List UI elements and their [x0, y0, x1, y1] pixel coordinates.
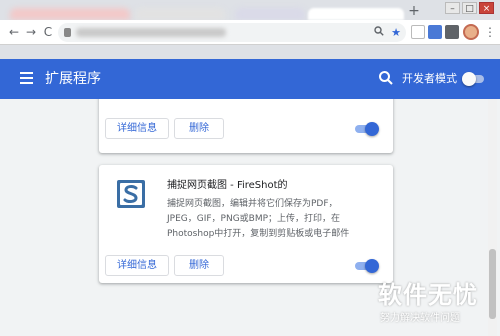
description-line: 捕捉网页截图，编辑并将它们保存为PDF， — [167, 199, 338, 209]
extension-icon[interactable] — [411, 25, 425, 39]
new-tab-button[interactable]: + — [407, 4, 421, 18]
browser-menu-button[interactable]: ⋮ — [484, 24, 496, 40]
extension-name: 捕捉网页截图 - FireShot的 — [167, 180, 288, 191]
extensions-header: 扩展程序 开发者模式 — [0, 59, 500, 99]
watermark-subtitle: 努力解决软件问题 — [380, 313, 460, 324]
active-tab[interactable] — [308, 8, 404, 20]
developer-mode-toggle[interactable] — [462, 72, 486, 86]
blurred-url — [76, 28, 226, 37]
lock-icon — [64, 28, 71, 37]
extension-icon[interactable] — [445, 25, 459, 39]
toggle-knob — [365, 259, 379, 273]
blurred-tab[interactable] — [10, 8, 130, 20]
close-window-button[interactable]: × — [479, 2, 494, 14]
tab-strip: + – □ × — [0, 0, 500, 20]
description-line: JPEG，GIF，PNG或BMP；上传，打印，在 — [167, 214, 341, 224]
forward-button[interactable]: → — [23, 24, 39, 40]
watermark-title: 软件无忧 — [378, 281, 478, 309]
watermark: 软件无忧 努力解决软件问题 — [372, 280, 500, 336]
avatar[interactable] — [463, 24, 479, 40]
extension-card: 详细信息 删除 — [99, 99, 393, 153]
extension-description: 捕捉网页截图，编辑并将它们保存为PDF， JPEG，GIF，PNG或BMP；上传… — [167, 197, 377, 242]
search-icon[interactable] — [372, 25, 386, 40]
blurred-tab[interactable] — [135, 8, 225, 20]
address-bar[interactable]: ★ — [58, 23, 406, 42]
fireshot-logo-icon — [117, 180, 145, 208]
browser-toolbar: ← → C ★ ⋮ — [0, 20, 500, 45]
extension-enable-toggle[interactable] — [355, 259, 379, 273]
search-icon[interactable] — [378, 70, 394, 86]
page-title: 扩展程序 — [45, 71, 101, 87]
fireshot-toolbar-icon[interactable] — [428, 25, 442, 39]
extension-enable-toggle[interactable] — [355, 122, 379, 136]
minimize-button[interactable]: – — [445, 2, 460, 14]
star-icon[interactable]: ★ — [389, 25, 403, 40]
extension-card: 捕捉网页截图 - FireShot的 捕捉网页截图，编辑并将它们保存为PDF， … — [99, 165, 393, 283]
remove-button[interactable]: 删除 — [174, 118, 224, 139]
details-button[interactable]: 详细信息 — [105, 255, 169, 276]
developer-mode-label: 开发者模式 — [402, 72, 457, 85]
maximize-button[interactable]: □ — [462, 2, 477, 14]
window-controls: – □ × — [445, 2, 494, 14]
remove-button[interactable]: 删除 — [174, 255, 224, 276]
toggle-knob — [462, 72, 476, 86]
reload-button[interactable]: C — [40, 24, 56, 40]
hamburger-menu-icon[interactable] — [20, 72, 33, 86]
blurred-tab[interactable] — [235, 8, 305, 20]
toggle-knob — [365, 122, 379, 136]
back-button[interactable]: ← — [6, 24, 22, 40]
description-line: Photoshop中打开，复制到剪贴板或电子邮件 — [167, 229, 350, 239]
details-button[interactable]: 详细信息 — [105, 118, 169, 139]
